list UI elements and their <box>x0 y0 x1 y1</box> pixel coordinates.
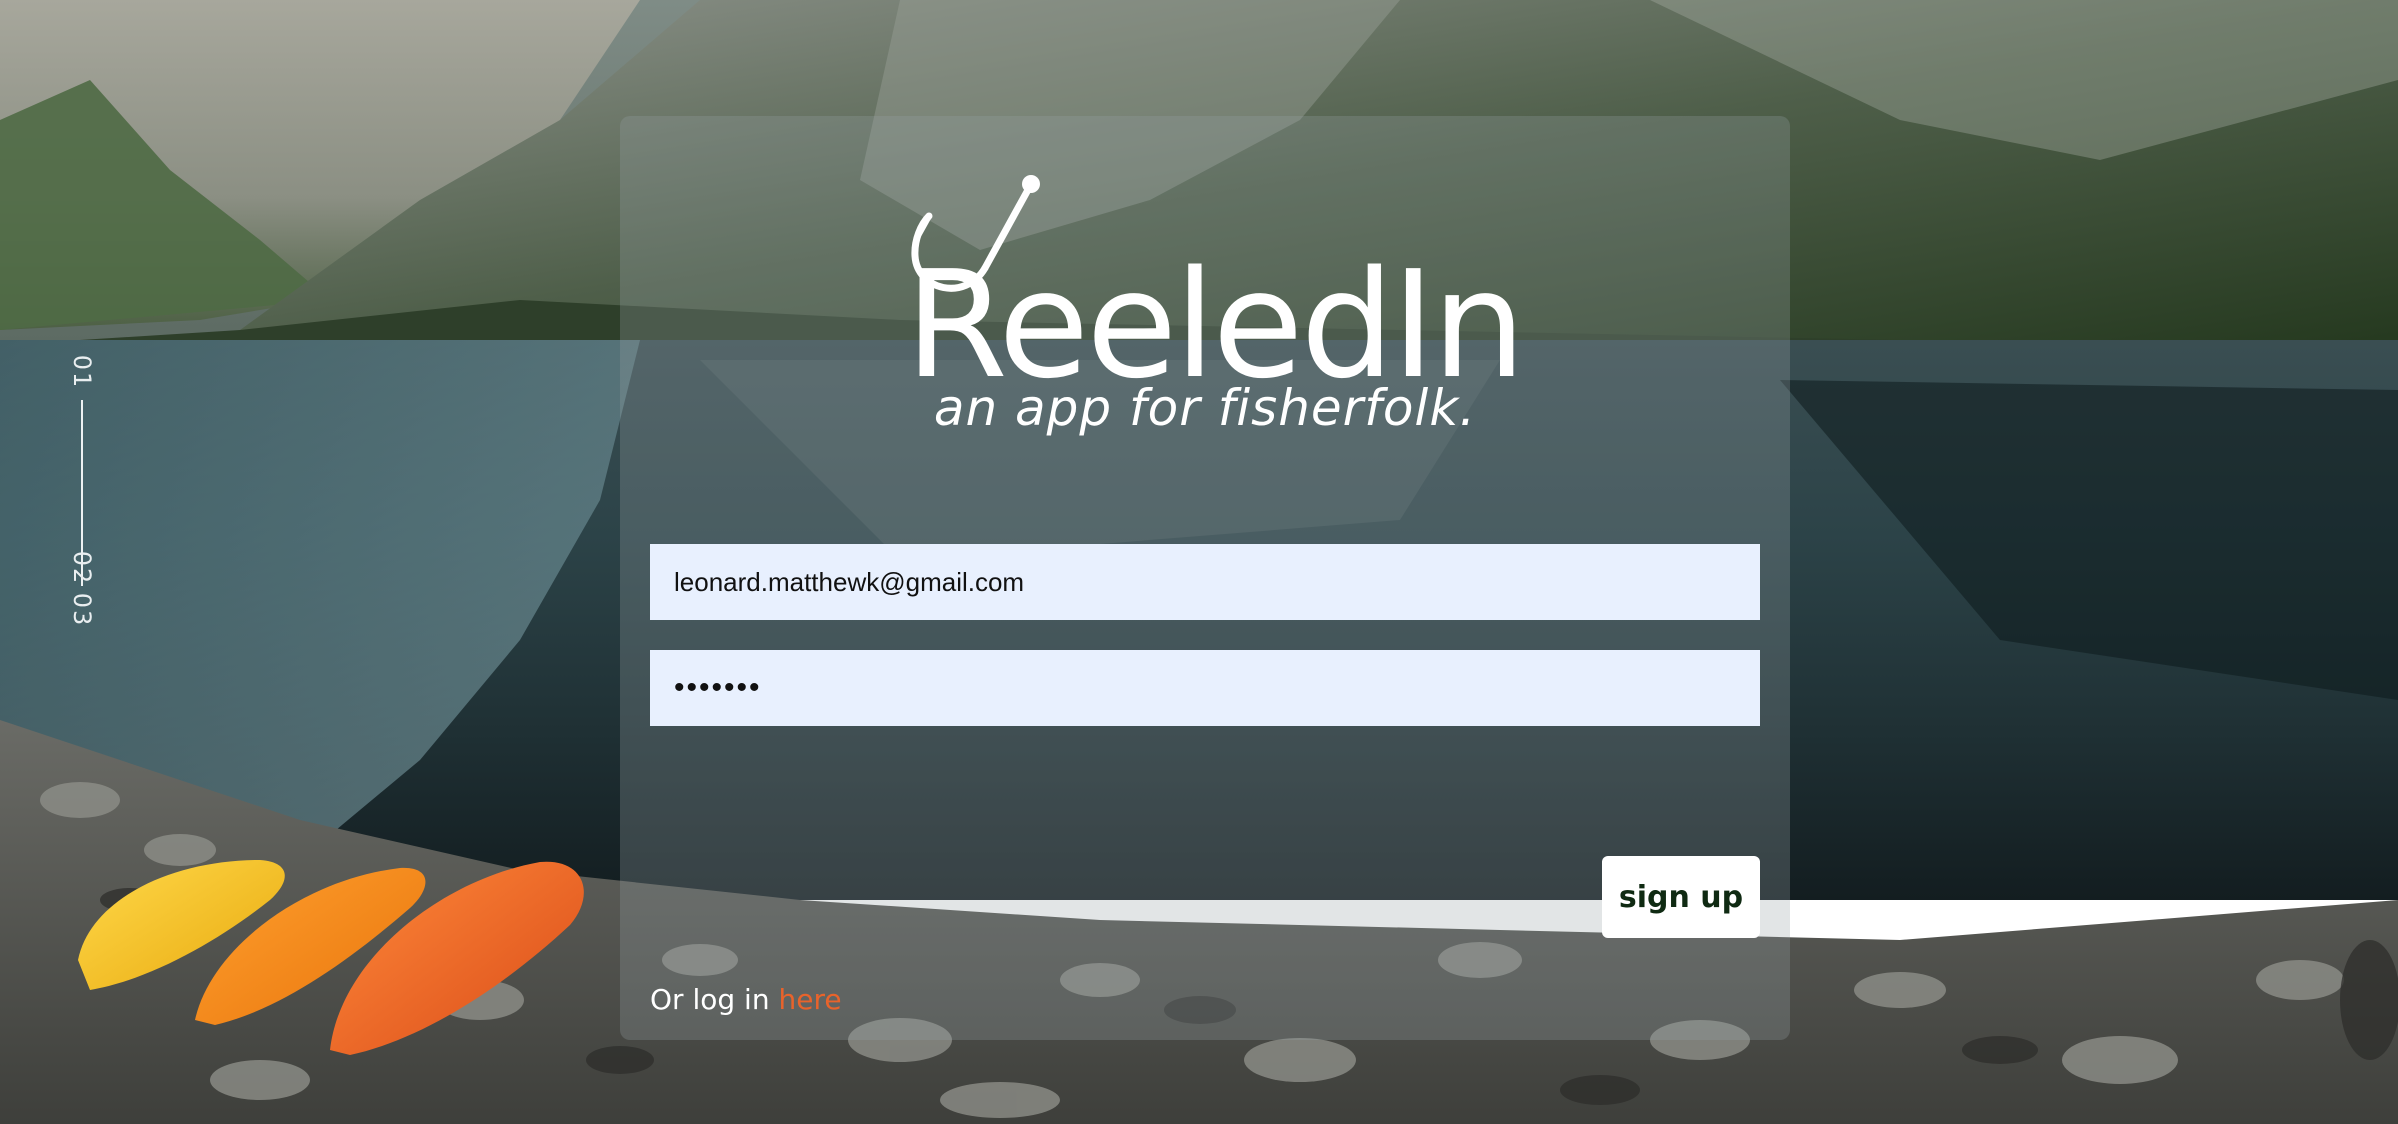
email-field[interactable] <box>650 544 1760 620</box>
password-field[interactable] <box>650 650 1760 726</box>
slide-number-next[interactable]: 02 <box>62 548 102 588</box>
login-prompt-text: Or log in <box>650 983 779 1016</box>
app-tagline: an app for fisherfolk. <box>933 379 1477 437</box>
login-page: 01 02 03 ReeledIn an app for fisherfolk.… <box>0 0 2398 1124</box>
login-prompt: Or log in here <box>650 982 842 1018</box>
slide-number-current[interactable]: 01 <box>62 352 102 392</box>
signup-card: ReeledIn an app for fisherfolk. sign up … <box>620 116 1790 1040</box>
login-here-link[interactable]: here <box>778 983 841 1016</box>
sign-up-button[interactable]: sign up <box>1602 856 1760 938</box>
slide-indicator: 01 02 03 <box>62 352 102 632</box>
slide-number-last[interactable]: 03 <box>62 590 102 630</box>
